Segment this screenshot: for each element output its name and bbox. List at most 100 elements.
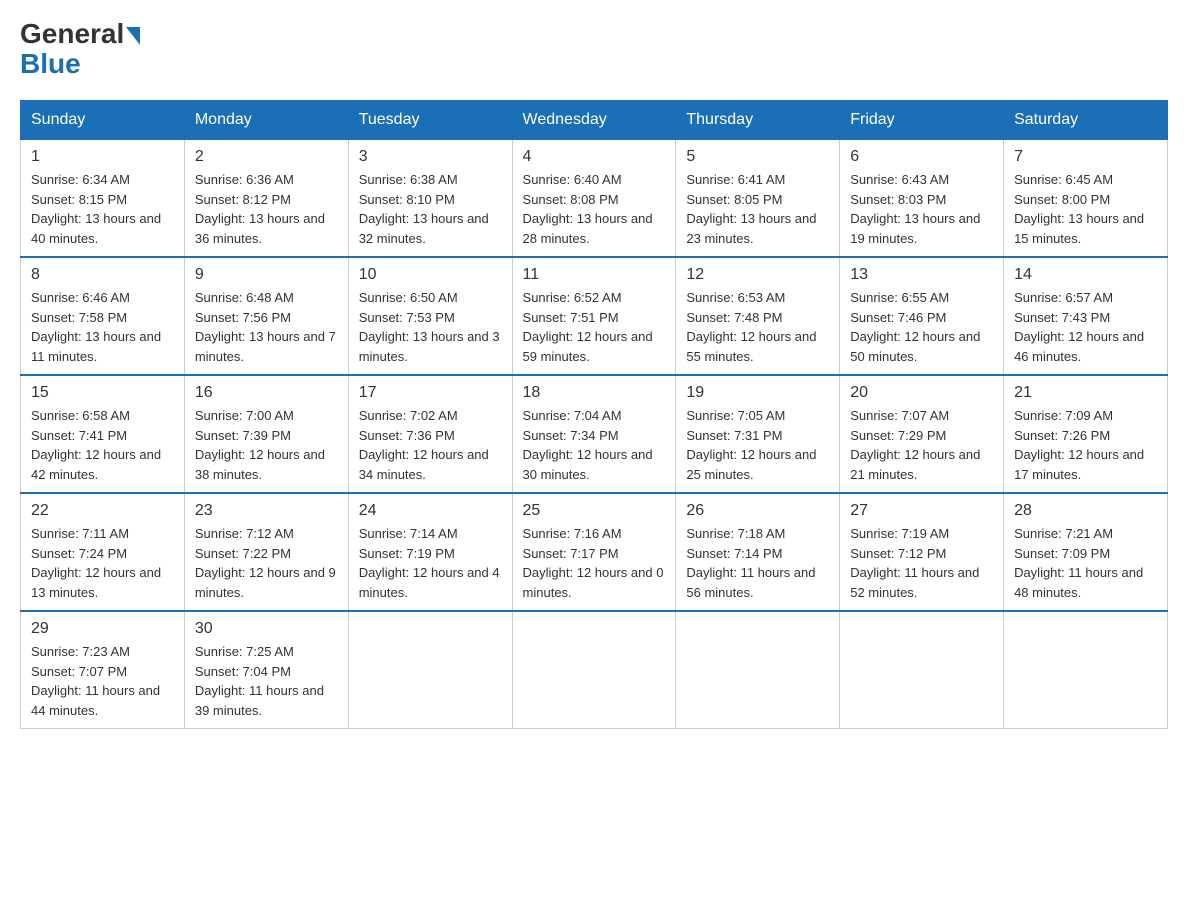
calendar-cell: 26Sunrise: 7:18 AMSunset: 7:14 PMDayligh… bbox=[676, 493, 840, 611]
calendar-cell: 20Sunrise: 7:07 AMSunset: 7:29 PMDayligh… bbox=[840, 375, 1004, 493]
week-row-4: 22 Sunrise: 7:11 AMSunset: 7:24 PMDayligh… bbox=[21, 493, 1168, 611]
calendar-cell: 25 Sunrise: 7:16 AMSunset: 7:17 PMDayligh… bbox=[512, 493, 676, 611]
day-number: 5 bbox=[686, 148, 829, 166]
calendar-cell: 21 Sunrise: 7:09 AMSunset: 7:26 PMDayligh… bbox=[1004, 375, 1168, 493]
logo-triangle-icon bbox=[126, 27, 140, 45]
day-detail: Sunrise: 6:36 AMSunset: 8:12 PMDaylight:… bbox=[195, 170, 338, 248]
day-number: 13 bbox=[850, 266, 993, 284]
day-number: 7 bbox=[1014, 148, 1157, 166]
day-detail: Sunrise: 7:02 AMSunset: 7:36 PMDaylight:… bbox=[359, 406, 502, 484]
day-header-monday: Monday bbox=[184, 101, 348, 140]
day-number: 1 bbox=[31, 148, 174, 166]
day-detail: Sunrise: 6:48 AMSunset: 7:56 PMDaylight:… bbox=[195, 288, 338, 366]
calendar-table: SundayMondayTuesdayWednesdayThursdayFrid… bbox=[20, 100, 1168, 729]
day-number: 10 bbox=[359, 266, 502, 284]
day-number: 26 bbox=[686, 502, 829, 520]
calendar-cell: 2 Sunrise: 6:36 AMSunset: 8:12 PMDaylight… bbox=[184, 140, 348, 258]
day-number: 17 bbox=[359, 384, 502, 402]
calendar-cell: 10 Sunrise: 6:50 AMSunset: 7:53 PMDayligh… bbox=[348, 257, 512, 375]
calendar-cell: 12 Sunrise: 6:53 AMSunset: 7:48 PMDayligh… bbox=[676, 257, 840, 375]
day-header-thursday: Thursday bbox=[676, 101, 840, 140]
calendar-cell bbox=[348, 611, 512, 729]
calendar-cell: 24Sunrise: 7:14 AMSunset: 7:19 PMDayligh… bbox=[348, 493, 512, 611]
day-detail: Sunrise: 7:14 AMSunset: 7:19 PMDaylight:… bbox=[359, 524, 502, 602]
day-number: 14 bbox=[1014, 266, 1157, 284]
calendar-cell: 6 Sunrise: 6:43 AMSunset: 8:03 PMDaylight… bbox=[840, 140, 1004, 258]
day-detail: Sunrise: 6:45 AMSunset: 8:00 PMDaylight:… bbox=[1014, 170, 1157, 248]
logo: General Blue bbox=[20, 20, 140, 80]
day-detail: Sunrise: 7:16 AMSunset: 7:17 PMDaylight:… bbox=[523, 524, 666, 602]
calendar-cell: 9 Sunrise: 6:48 AMSunset: 7:56 PMDaylight… bbox=[184, 257, 348, 375]
day-number: 20 bbox=[850, 384, 993, 402]
day-number: 12 bbox=[686, 266, 829, 284]
day-number: 21 bbox=[1014, 384, 1157, 402]
day-number: 3 bbox=[359, 148, 502, 166]
day-header-sunday: Sunday bbox=[21, 101, 185, 140]
day-detail: Sunrise: 6:50 AMSunset: 7:53 PMDaylight:… bbox=[359, 288, 502, 366]
calendar-cell: 13 Sunrise: 6:55 AMSunset: 7:46 PMDayligh… bbox=[840, 257, 1004, 375]
day-detail: Sunrise: 6:55 AMSunset: 7:46 PMDaylight:… bbox=[850, 288, 993, 366]
calendar-cell: 17 Sunrise: 7:02 AMSunset: 7:36 PMDayligh… bbox=[348, 375, 512, 493]
day-detail: Sunrise: 7:00 AMSunset: 7:39 PMDaylight:… bbox=[195, 406, 338, 484]
day-number: 25 bbox=[523, 502, 666, 520]
calendar-cell: 22 Sunrise: 7:11 AMSunset: 7:24 PMDayligh… bbox=[21, 493, 185, 611]
calendar-cell bbox=[840, 611, 1004, 729]
calendar-cell: 5Sunrise: 6:41 AMSunset: 8:05 PMDaylight… bbox=[676, 140, 840, 258]
logo-general-text: General bbox=[20, 20, 124, 48]
day-detail: Sunrise: 6:34 AMSunset: 8:15 PMDaylight:… bbox=[31, 170, 174, 248]
day-number: 2 bbox=[195, 148, 338, 166]
day-detail: Sunrise: 6:58 AMSunset: 7:41 PMDaylight:… bbox=[31, 406, 174, 484]
calendar-cell: 30 Sunrise: 7:25 AMSunset: 7:04 PMDayligh… bbox=[184, 611, 348, 729]
calendar-cell: 7 Sunrise: 6:45 AMSunset: 8:00 PMDaylight… bbox=[1004, 140, 1168, 258]
page-header: General Blue bbox=[20, 20, 1168, 80]
day-detail: Sunrise: 7:09 AMSunset: 7:26 PMDaylight:… bbox=[1014, 406, 1157, 484]
day-detail: Sunrise: 7:23 AMSunset: 7:07 PMDaylight:… bbox=[31, 642, 174, 720]
day-number: 18 bbox=[523, 384, 666, 402]
calendar-cell: 1 Sunrise: 6:34 AMSunset: 8:15 PMDaylight… bbox=[21, 140, 185, 258]
calendar-cell: 29Sunrise: 7:23 AMSunset: 7:07 PMDayligh… bbox=[21, 611, 185, 729]
calendar-cell: 4 Sunrise: 6:40 AMSunset: 8:08 PMDaylight… bbox=[512, 140, 676, 258]
day-detail: Sunrise: 6:38 AMSunset: 8:10 PMDaylight:… bbox=[359, 170, 502, 248]
calendar-cell bbox=[512, 611, 676, 729]
calendar-cell: 18 Sunrise: 7:04 AMSunset: 7:34 PMDayligh… bbox=[512, 375, 676, 493]
day-number: 6 bbox=[850, 148, 993, 166]
logo-blue-text: Blue bbox=[20, 48, 81, 79]
day-detail: Sunrise: 6:52 AMSunset: 7:51 PMDaylight:… bbox=[523, 288, 666, 366]
day-header-wednesday: Wednesday bbox=[512, 101, 676, 140]
day-number: 27 bbox=[850, 502, 993, 520]
calendar-cell: 3 Sunrise: 6:38 AMSunset: 8:10 PMDaylight… bbox=[348, 140, 512, 258]
day-detail: Sunrise: 7:25 AMSunset: 7:04 PMDaylight:… bbox=[195, 642, 338, 720]
week-row-5: 29Sunrise: 7:23 AMSunset: 7:07 PMDayligh… bbox=[21, 611, 1168, 729]
day-detail: Sunrise: 7:11 AMSunset: 7:24 PMDaylight:… bbox=[31, 524, 174, 602]
day-header-tuesday: Tuesday bbox=[348, 101, 512, 140]
day-detail: Sunrise: 7:19 AMSunset: 7:12 PMDaylight:… bbox=[850, 524, 993, 602]
day-detail: Sunrise: 6:46 AMSunset: 7:58 PMDaylight:… bbox=[31, 288, 174, 366]
day-detail: Sunrise: 7:04 AMSunset: 7:34 PMDaylight:… bbox=[523, 406, 666, 484]
calendar-cell: 23Sunrise: 7:12 AMSunset: 7:22 PMDayligh… bbox=[184, 493, 348, 611]
day-number: 4 bbox=[523, 148, 666, 166]
day-number: 11 bbox=[523, 266, 666, 284]
day-detail: Sunrise: 6:43 AMSunset: 8:03 PMDaylight:… bbox=[850, 170, 993, 248]
calendar-cell: 27 Sunrise: 7:19 AMSunset: 7:12 PMDayligh… bbox=[840, 493, 1004, 611]
day-number: 16 bbox=[195, 384, 338, 402]
day-detail: Sunrise: 7:05 AMSunset: 7:31 PMDaylight:… bbox=[686, 406, 829, 484]
calendar-cell: 19Sunrise: 7:05 AMSunset: 7:31 PMDayligh… bbox=[676, 375, 840, 493]
calendar-cell: 16 Sunrise: 7:00 AMSunset: 7:39 PMDayligh… bbox=[184, 375, 348, 493]
day-number: 15 bbox=[31, 384, 174, 402]
calendar-cell: 14Sunrise: 6:57 AMSunset: 7:43 PMDayligh… bbox=[1004, 257, 1168, 375]
day-header-saturday: Saturday bbox=[1004, 101, 1168, 140]
day-number: 8 bbox=[31, 266, 174, 284]
week-row-1: 1 Sunrise: 6:34 AMSunset: 8:15 PMDaylight… bbox=[21, 140, 1168, 258]
calendar-cell: 28Sunrise: 7:21 AMSunset: 7:09 PMDayligh… bbox=[1004, 493, 1168, 611]
calendar-cell bbox=[1004, 611, 1168, 729]
day-detail: Sunrise: 6:53 AMSunset: 7:48 PMDaylight:… bbox=[686, 288, 829, 366]
day-detail: Sunrise: 6:40 AMSunset: 8:08 PMDaylight:… bbox=[523, 170, 666, 248]
day-number: 30 bbox=[195, 620, 338, 638]
day-detail: Sunrise: 7:12 AMSunset: 7:22 PMDaylight:… bbox=[195, 524, 338, 602]
calendar-cell: 8 Sunrise: 6:46 AMSunset: 7:58 PMDaylight… bbox=[21, 257, 185, 375]
day-number: 22 bbox=[31, 502, 174, 520]
calendar-cell: 11 Sunrise: 6:52 AMSunset: 7:51 PMDayligh… bbox=[512, 257, 676, 375]
calendar-cell bbox=[676, 611, 840, 729]
day-number: 9 bbox=[195, 266, 338, 284]
week-row-3: 15 Sunrise: 6:58 AMSunset: 7:41 PMDayligh… bbox=[21, 375, 1168, 493]
